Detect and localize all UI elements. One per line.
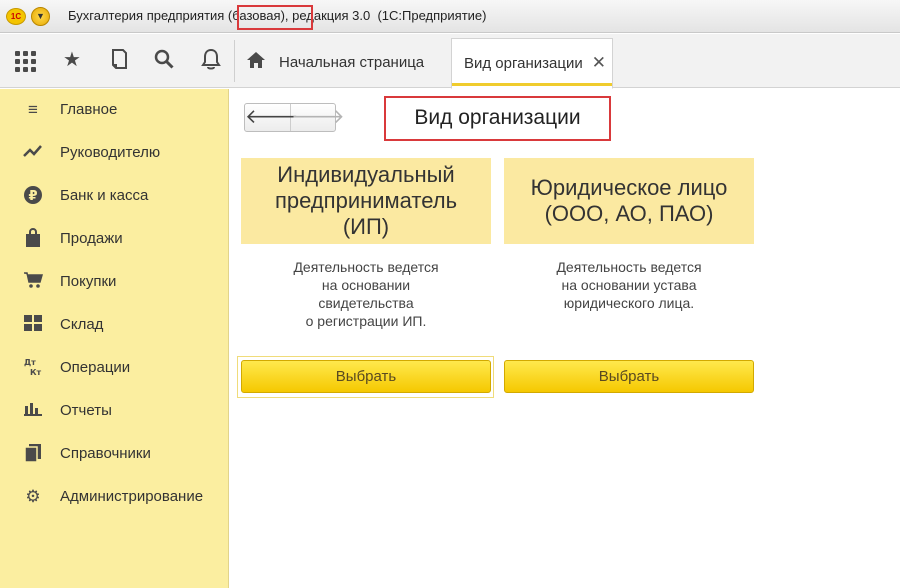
- sidebar-item-label: Операции: [60, 359, 131, 376]
- star-icon[interactable]: ★: [60, 48, 84, 72]
- card-ip-title: Индивидуальный предприниматель (ИП): [241, 158, 491, 244]
- toolbar: ★: [0, 34, 900, 88]
- title-highlight-box: [237, 5, 313, 30]
- toolbar-divider: [234, 40, 235, 82]
- bell-icon[interactable]: [199, 48, 223, 72]
- select-legal-entity-button[interactable]: Выбрать: [504, 360, 754, 393]
- card-legal-entity-description: Деятельность ведется на основании устава…: [556, 259, 702, 311]
- active-tab-indicator: [452, 83, 612, 86]
- sidebar-item-label: Справочники: [60, 445, 151, 462]
- apps-grid-icon[interactable]: [12, 48, 36, 72]
- sidebar: ≡ Главное Руководителю ₽ Банк и касса Пр…: [0, 89, 229, 588]
- svg-text:₽: ₽: [28, 189, 37, 204]
- sidebar-item-label: Банк и касса: [60, 187, 149, 204]
- sidebar-item-label: Продажи: [60, 230, 123, 247]
- forward-arrow-button[interactable]: 🡒: [291, 104, 345, 131]
- sidebar-item-directories[interactable]: Справочники: [0, 435, 229, 473]
- sidebar-item-administration[interactable]: ⚙ Администрирование: [0, 478, 229, 516]
- bag-icon: [22, 228, 44, 250]
- sidebar-item-operations[interactable]: Дт Кт Операции: [0, 349, 229, 387]
- search-icon[interactable]: [152, 48, 176, 72]
- gear-icon: ⚙: [25, 487, 41, 506]
- books-icon: [22, 443, 44, 465]
- page-title: Вид организации: [384, 96, 611, 141]
- cart-icon: [22, 271, 44, 293]
- card-ip-description: Деятельность ведется на основании свидет…: [293, 259, 439, 329]
- warehouse-icon: [22, 314, 44, 336]
- close-tab-icon[interactable]: ✕: [592, 53, 606, 73]
- sidebar-item-warehouse[interactable]: Склад: [0, 306, 229, 344]
- tab-home-label: Начальная страница: [279, 54, 425, 71]
- back-arrow-button[interactable]: 🡐: [245, 104, 299, 131]
- tab-organization-type-label: Вид организации: [464, 55, 583, 72]
- sidebar-item-sales[interactable]: Продажи: [0, 220, 229, 258]
- sidebar-item-label: Руководителю: [60, 144, 161, 161]
- title-bar: 1С ▼ Бухгалтерия предприятия (базовая), …: [0, 0, 900, 33]
- sidebar-item-label: Покупки: [60, 273, 117, 290]
- history-icon[interactable]: [107, 48, 131, 72]
- trend-icon: [22, 142, 44, 164]
- sidebar-item-main[interactable]: ≡ Главное: [0, 91, 229, 129]
- sidebar-item-label: Отчеты: [60, 402, 112, 419]
- sidebar-item-label: Главное: [60, 101, 118, 118]
- bar-chart-icon: [22, 400, 44, 422]
- menu-lines-icon: ≡: [28, 100, 38, 119]
- sidebar-item-purchases[interactable]: Покупки: [0, 263, 229, 301]
- sidebar-item-bank[interactable]: ₽ Банк и касса: [0, 177, 229, 215]
- home-icon: [246, 50, 266, 76]
- sidebar-item-label: Администрирование: [60, 488, 204, 505]
- sidebar-item-reports[interactable]: Отчеты: [0, 392, 229, 430]
- ruble-icon: ₽: [22, 185, 44, 207]
- history-nav: 🡐 🡒: [244, 103, 345, 132]
- svg-text:Кт: Кт: [30, 368, 42, 377]
- sidebar-item-label: Склад: [60, 316, 104, 333]
- tab-organization-type[interactable]: Вид организации ✕: [451, 38, 613, 89]
- card-legal-entity-title: Юридическое лицо (ООО, АО, ПАО): [504, 158, 754, 244]
- tab-home[interactable]: Начальная страница: [236, 34, 449, 88]
- dt-kt-icon: Дт Кт: [22, 357, 44, 379]
- sidebar-item-manager[interactable]: Руководителю: [0, 134, 229, 172]
- 1c-logo-icon: 1С: [6, 8, 26, 25]
- select-ip-button[interactable]: Выбрать: [241, 360, 491, 393]
- main-menu-button[interactable]: ▼: [31, 7, 50, 26]
- svg-text:Дт: Дт: [24, 358, 36, 367]
